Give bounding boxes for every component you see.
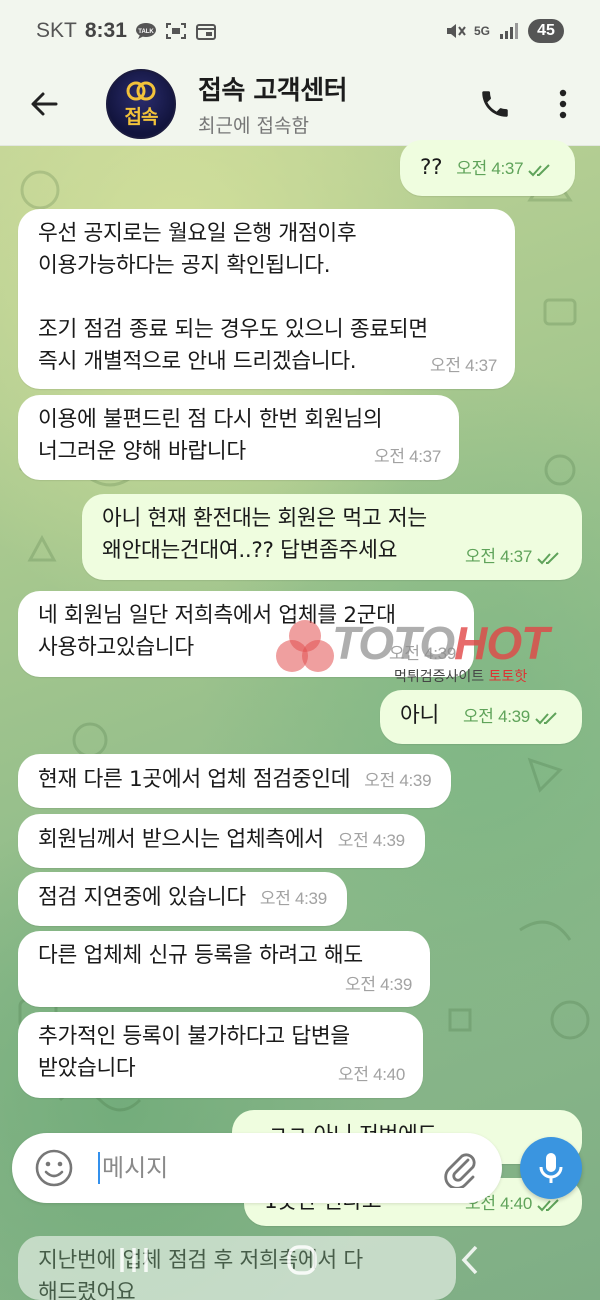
network-type-label: 5G xyxy=(473,24,490,38)
message-time: 오전 4:37 xyxy=(465,541,564,573)
message-bubble-incoming[interactable]: 추가적인 등록이 불가하다고 답변을 받았습니다 오전 4:40 xyxy=(18,1012,423,1098)
attach-icon[interactable] xyxy=(440,1148,480,1188)
message-time: 오전 4:39 xyxy=(463,701,562,733)
talk-icon: TALK xyxy=(135,23,156,39)
signal-icon xyxy=(500,23,518,39)
chat-title-block[interactable]: 접속 고객센터 최근에 접속함 xyxy=(198,70,348,138)
message-text: 회원님께서 받으시는 업체측에서 xyxy=(38,827,324,852)
avatar-label: 접속 xyxy=(124,106,159,128)
phone-icon[interactable] xyxy=(478,87,512,121)
avatar[interactable]: 접속 xyxy=(106,68,176,139)
message-time: 오전 4:39 xyxy=(364,771,432,790)
message-text: 현재 다른 1곳에서 업체 점검중인데 xyxy=(38,767,351,792)
chat-title: 접속 고객센터 xyxy=(198,75,348,106)
message-time: 오전 4:40 xyxy=(338,1065,405,1084)
message-text: 점검 지연중에 있습니다 xyxy=(38,885,246,910)
back-icon xyxy=(461,1245,478,1275)
home-icon xyxy=(287,1245,317,1275)
double-check-icon xyxy=(537,551,559,564)
message-time: 오전 4:39 xyxy=(259,889,327,908)
message-time: 오전 4:37 xyxy=(430,356,497,375)
double-check-icon xyxy=(535,711,557,724)
text-cursor xyxy=(98,1152,100,1184)
mic-icon xyxy=(539,1153,563,1183)
message-time: 오전 4:37 xyxy=(374,447,441,466)
message-bubble-incoming[interactable]: 점검 지연중에 있습니다 오전 4:39 xyxy=(18,872,347,926)
back-arrow-icon xyxy=(31,92,58,115)
recent-apps-icon xyxy=(120,1248,148,1272)
message-bubble-outgoing[interactable]: ?? 오전 4:37 xyxy=(400,140,576,196)
message-composer xyxy=(12,1133,502,1203)
home-button[interactable] xyxy=(272,1240,332,1280)
message-text: 아니 xyxy=(400,703,439,728)
mute-icon xyxy=(446,24,466,38)
system-nav-bar xyxy=(0,1218,600,1300)
message-text: 우선 공지로는 월요일 은행 개점이후 이용가능하다는 공지 확인됩니다. 조기… xyxy=(38,221,428,374)
message-bubble-outgoing[interactable]: 아니 현재 환전대는 회원은 먹고 저는 왜안대는건대여..?? 답변좀주세요 … xyxy=(82,494,582,580)
calendar-icon xyxy=(195,24,216,40)
double-check-icon xyxy=(537,1198,559,1211)
battery-badge: 45 xyxy=(528,19,564,43)
message-input[interactable] xyxy=(102,1154,402,1182)
message-bubble-incoming[interactable]: 현재 다른 1곳에서 업체 점검중인데 오전 4:39 xyxy=(18,754,452,808)
message-time: 오전 4:39 xyxy=(389,644,456,663)
message-time: 오전 4:39 xyxy=(337,831,405,850)
status-bar: SKT 8:31 TALK 5G 45 xyxy=(0,0,600,62)
emoji-icon[interactable] xyxy=(34,1148,74,1188)
back-button[interactable] xyxy=(18,78,70,130)
voice-record-button[interactable] xyxy=(520,1137,582,1199)
message-bubble-incoming[interactable]: 우선 공지로는 월요일 은행 개점이후 이용가능하다는 공지 확인됩니다. 조기… xyxy=(18,209,515,389)
logo-emblem-icon xyxy=(126,81,156,101)
last-seen-status: 최근에 접속함 xyxy=(198,114,309,137)
more-vert-icon[interactable] xyxy=(558,88,568,120)
screenshot-icon xyxy=(165,23,186,39)
message-time: 오전 4:37 xyxy=(456,153,555,185)
message-bubble-outgoing[interactable]: 아니 오전 4:39 xyxy=(380,690,582,744)
carrier-label: SKT xyxy=(36,19,77,42)
svg-text:TALK: TALK xyxy=(138,29,154,35)
message-bubble-incoming[interactable]: 이용에 불편드린 점 다시 한번 회원님의 너그러운 양해 바랍니다 오전 4:… xyxy=(18,395,459,480)
chat-header: 접속 접속 고객센터 최근에 접속함 xyxy=(0,62,600,146)
message-text: 다른 업체체 신규 등록을 하려고 해도 xyxy=(38,943,363,968)
message-bubble-incoming[interactable]: 다른 업체체 신규 등록을 하려고 해도 오전 4:39 xyxy=(18,931,430,1007)
message-bubble-incoming[interactable]: 네 회원님 일단 저희측에서 업체를 2군대 사용하고있습니다 오전 4:39 xyxy=(18,591,474,677)
double-check-icon xyxy=(528,163,550,176)
message-bubble-incoming[interactable]: 회원님께서 받으시는 업체측에서 오전 4:39 xyxy=(18,814,425,868)
clock: 8:31 xyxy=(84,19,127,42)
recent-apps-button[interactable] xyxy=(104,1240,164,1280)
message-time: 오전 4:39 xyxy=(345,975,412,994)
nav-back-button[interactable] xyxy=(440,1240,500,1280)
message-text: ?? xyxy=(420,155,443,180)
